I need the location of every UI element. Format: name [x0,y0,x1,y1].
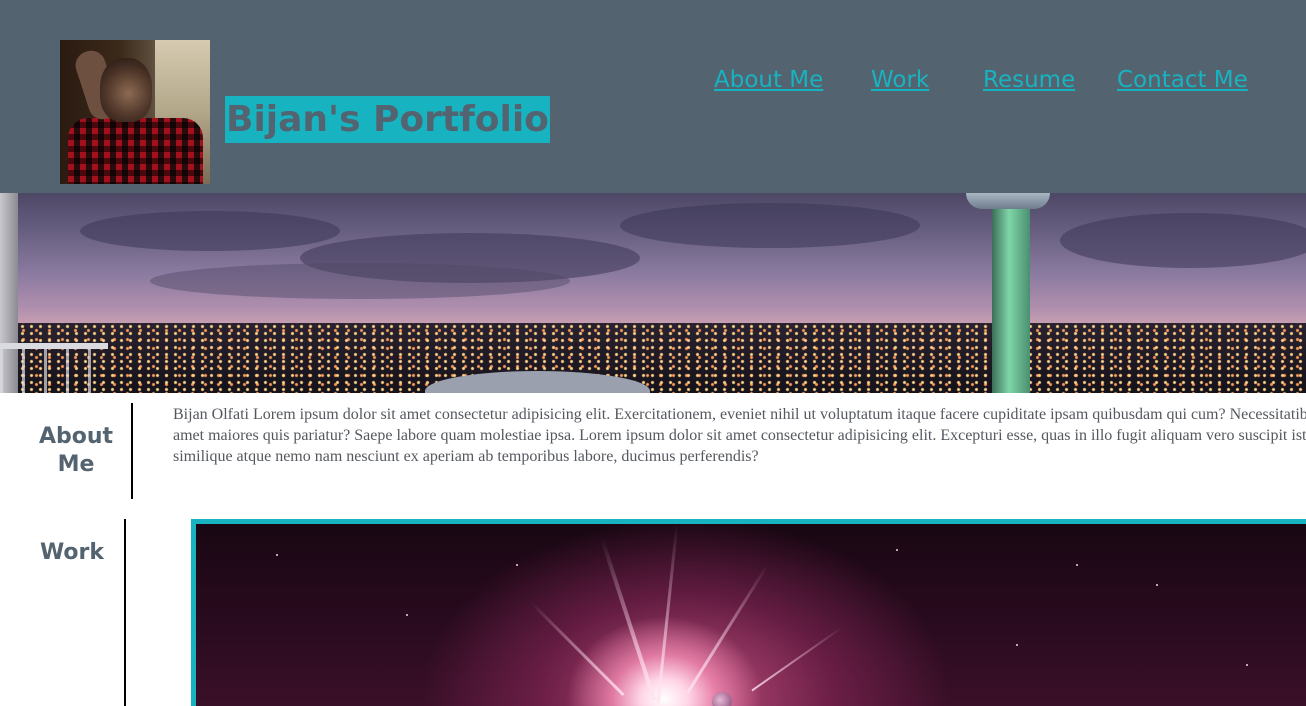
site-title: Bijan's Portfolio [225,96,550,143]
about-section-text: Bijan Olfati Lorem ipsum dolor sit amet … [173,406,1306,465]
nav-link-about-me[interactable]: About Me [714,64,823,96]
nav-link-resume[interactable]: Resume [983,64,1075,96]
hero-banner-image [0,193,1306,393]
work-section-divider [124,519,126,706]
nav-link-contact-me[interactable]: Contact Me [1117,64,1248,96]
site-header: Bijan's Portfolio About Me Work Resume C… [0,0,1306,193]
nav-link-work[interactable]: Work [871,64,929,96]
work-project-image[interactable] [191,519,1306,706]
work-section-heading: Work [39,540,105,565]
profile-photo [60,40,210,184]
about-section-divider [131,403,133,499]
about-section-heading: About Me [38,424,114,477]
